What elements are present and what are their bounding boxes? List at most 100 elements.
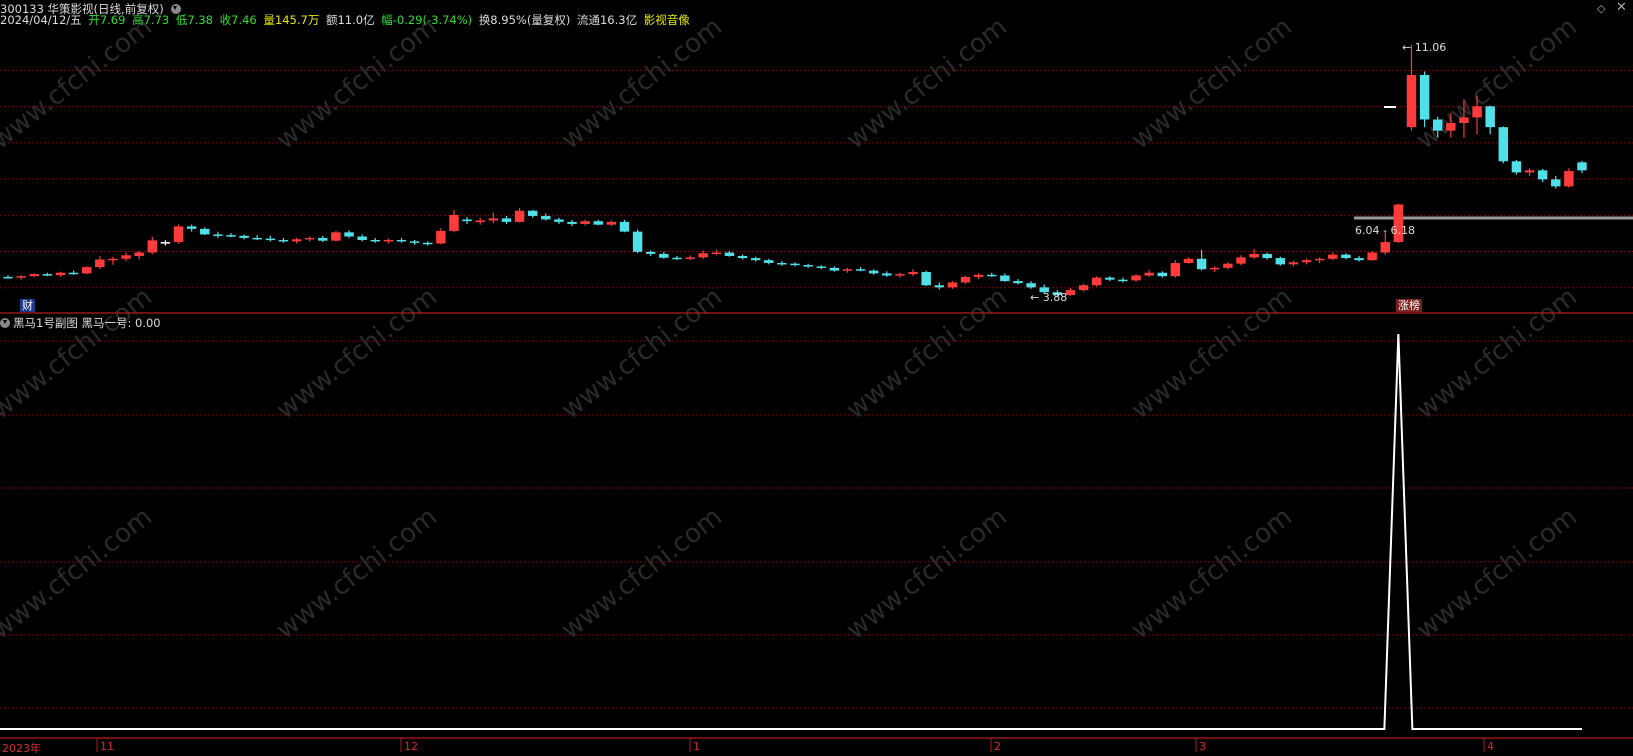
date-label: 2024/04/12/五 [0, 13, 82, 27]
candle-body [987, 274, 997, 277]
candle-body [882, 273, 892, 276]
candle-body [370, 239, 380, 242]
candle-body [777, 262, 787, 265]
candle-body [357, 236, 367, 240]
candle-body [173, 226, 184, 243]
candle-body [1157, 272, 1167, 277]
candle [1157, 271, 1167, 278]
candle [672, 256, 682, 261]
candle-body [1485, 106, 1495, 128]
watermark-text: www.cfchi.com [841, 502, 1013, 646]
candle [711, 249, 722, 256]
candle [265, 235, 276, 242]
candle-body [1511, 161, 1522, 173]
candle-body [737, 256, 748, 259]
candle-body [606, 221, 617, 225]
candle-body [829, 267, 840, 271]
candle [1026, 281, 1036, 289]
candle-body [42, 274, 53, 276]
candle-body [1564, 171, 1574, 187]
gain-list-badge[interactable]: 涨榜 [1396, 299, 1422, 312]
candle [488, 212, 499, 224]
low-annotation-value: 3.88 [1042, 291, 1068, 304]
diamond-icon[interactable]: ◇ [1597, 2, 1605, 15]
candle-body [475, 220, 485, 222]
candle [1314, 257, 1325, 263]
candle [934, 282, 945, 290]
candle-body [1341, 254, 1351, 259]
candle [1577, 160, 1587, 174]
candle-body [619, 221, 630, 232]
candle-body [1419, 74, 1430, 120]
candle-body [226, 235, 236, 237]
candle-body [1354, 258, 1364, 261]
candle-body [423, 242, 433, 245]
candle-body [724, 252, 735, 257]
candle-body [1249, 253, 1259, 258]
candle [213, 231, 223, 238]
candle-body [1367, 252, 1377, 261]
candle [921, 270, 931, 286]
candle [108, 256, 118, 265]
candle [1131, 274, 1141, 282]
x-label-feb: 2 [994, 740, 1001, 753]
candle [580, 219, 590, 226]
candle [1210, 266, 1220, 273]
candle-body [16, 276, 26, 278]
candle-body [108, 258, 118, 261]
candle [1498, 126, 1509, 164]
finance-badge[interactable]: 财 [20, 299, 35, 312]
candle-body [790, 263, 800, 266]
candle [304, 236, 315, 242]
candle-body [1288, 262, 1299, 265]
chevron-circle-icon[interactable] [0, 318, 10, 328]
candle [567, 219, 577, 227]
candle [816, 265, 826, 270]
x-label-nov: 11 [100, 740, 114, 753]
watermark-text: www.cfchi.com [0, 12, 158, 156]
watermark-text: www.cfchi.com [1411, 12, 1583, 156]
watermark-text: www.cfchi.com [556, 282, 728, 426]
candle-body [436, 230, 446, 244]
candle-body [868, 270, 879, 274]
candle-body [1551, 179, 1561, 187]
candle-body [672, 257, 682, 260]
close-icon[interactable]: ✕ [1616, 0, 1627, 15]
candle [1537, 168, 1548, 183]
watermark-text: www.cfchi.com [271, 282, 443, 426]
candle [1406, 45, 1417, 131]
volume-value: 量145.7万 [263, 13, 320, 27]
turnover-value: 换8.95%(量复权) [478, 13, 571, 27]
candle [973, 273, 984, 279]
candle-body [1459, 117, 1469, 123]
candlestick-chart[interactable]: www.cfchi.com www.cfchi.com www.cfchi.com w… [0, 0, 1633, 756]
candle [331, 230, 341, 242]
candle [527, 210, 538, 218]
watermark-text: www.cfchi.com [1411, 502, 1583, 646]
candle [1078, 283, 1089, 292]
candle [868, 269, 879, 275]
candle-body [711, 252, 722, 255]
candle [318, 235, 328, 243]
candle [1485, 105, 1495, 135]
candle [882, 271, 892, 277]
candle-body [1105, 277, 1115, 280]
candle [842, 267, 853, 273]
candle [1551, 175, 1561, 189]
candle-body [921, 272, 931, 286]
candle [423, 241, 433, 246]
watermark-text: www.cfchi.com [1411, 282, 1583, 426]
candle [147, 236, 158, 255]
low-annotation: ← 3.88 [1030, 291, 1068, 304]
watermark-text: www.cfchi.com [1126, 502, 1298, 646]
candle [436, 228, 446, 245]
candle-body [1577, 162, 1587, 171]
candle [160, 240, 171, 246]
candle [134, 250, 144, 260]
candle [1301, 258, 1312, 265]
candle [554, 217, 564, 224]
candle [1367, 251, 1377, 261]
candle [829, 266, 840, 272]
indicator-value: 黑马一号: 0.00 [81, 316, 161, 330]
candle [541, 213, 551, 221]
